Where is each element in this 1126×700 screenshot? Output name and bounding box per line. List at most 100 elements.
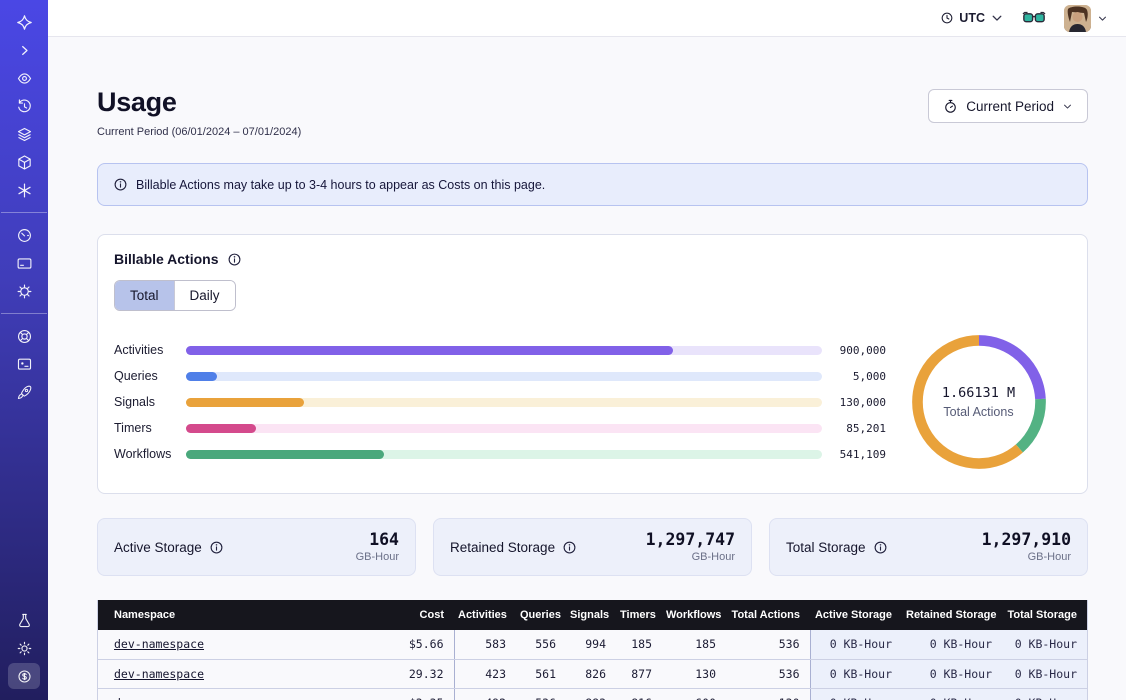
tab-total[interactable]: Total bbox=[115, 281, 174, 310]
active-storage-cell: 0 KB-Hour bbox=[810, 688, 902, 700]
stopwatch-icon bbox=[943, 99, 958, 114]
queries-cell: 536 bbox=[516, 688, 566, 700]
total-actions-cell: 536 bbox=[726, 659, 810, 688]
info-icon[interactable] bbox=[227, 252, 242, 267]
page-title: Usage bbox=[97, 87, 301, 118]
flask-icon[interactable] bbox=[8, 607, 40, 633]
retained-storage-card: Retained Storage 1,297,747 GB-Hour bbox=[433, 518, 752, 576]
total-storage-card: Total Storage 1,297,910 GB-Hour bbox=[769, 518, 1088, 576]
bar-label: Workflows bbox=[114, 447, 186, 461]
col-header-timers: Timers bbox=[616, 600, 662, 630]
total-actions-cell: 536 bbox=[726, 630, 810, 659]
billable-actions-card: Billable Actions Total Daily Activities … bbox=[97, 234, 1088, 494]
timezone-selector[interactable]: UTC bbox=[940, 11, 1004, 25]
history-icon[interactable] bbox=[8, 93, 40, 119]
workflows-cell: 185 bbox=[662, 630, 726, 659]
signals-cell: 883 bbox=[566, 688, 616, 700]
bar-fill bbox=[186, 398, 304, 407]
gear-icon[interactable] bbox=[8, 278, 40, 304]
info-icon[interactable] bbox=[562, 540, 577, 555]
lifebuoy-icon[interactable] bbox=[8, 323, 40, 349]
eye-icon[interactable] bbox=[8, 65, 40, 91]
workflows-cell: 130 bbox=[662, 659, 726, 688]
storage-card-unit: GB-Hour bbox=[646, 551, 735, 563]
signals-cell: 994 bbox=[566, 630, 616, 659]
info-icon[interactable] bbox=[873, 540, 888, 555]
namespace-link[interactable]: dev-namespace bbox=[114, 637, 204, 651]
retained-storage-cell: 0 KB-Hour bbox=[902, 688, 1002, 700]
tab-daily[interactable]: Daily bbox=[174, 281, 235, 310]
timers-cell: 816 bbox=[616, 688, 662, 700]
bar-label: Activities bbox=[114, 343, 186, 357]
col-header-total-actions: Total Actions bbox=[726, 600, 810, 630]
total-daily-toggle: Total Daily bbox=[114, 280, 236, 311]
chevron-down-icon bbox=[990, 11, 1004, 25]
namespace-link[interactable]: dev-namespace bbox=[114, 667, 204, 681]
collapse-chevron-right-icon[interactable] bbox=[8, 37, 40, 63]
chevron-down-icon bbox=[1097, 13, 1108, 24]
col-header-workflows: Workflows bbox=[662, 600, 726, 630]
retained-storage-cell: 0 KB-Hour bbox=[902, 630, 1002, 659]
col-header-signals: Signals bbox=[566, 600, 616, 630]
namespace-usage-table: Namespace Cost Activities Queries Signal… bbox=[97, 600, 1088, 700]
bar-track bbox=[186, 450, 822, 459]
retained-storage-cell: 0 KB-Hour bbox=[902, 659, 1002, 688]
timers-cell: 185 bbox=[616, 630, 662, 659]
storage-card-value: 1,297,747 bbox=[646, 531, 735, 549]
donut-total-value: 1.66131 M bbox=[942, 385, 1015, 401]
workflows-cell: 600 bbox=[662, 688, 726, 700]
signals-cell: 826 bbox=[566, 659, 616, 688]
storage-card-unit: GB-Hour bbox=[982, 551, 1071, 563]
bar-row-workflows: Workflows 541,109 bbox=[114, 441, 886, 467]
main-area: UTC Usage Current Period (06/01/2024 – 0… bbox=[48, 0, 1126, 700]
namespace-link[interactable]: dev-namespace bbox=[114, 696, 204, 700]
donut-total-label: Total Actions bbox=[942, 405, 1015, 419]
temporal-logo-icon[interactable] bbox=[8, 9, 40, 35]
bar-value: 541,109 bbox=[822, 448, 886, 461]
glasses-icon[interactable] bbox=[1022, 11, 1046, 25]
info-banner: Billable Actions may take up to 3-4 hour… bbox=[97, 163, 1088, 206]
page-header: Usage Current Period (06/01/2024 – 07/01… bbox=[97, 87, 1088, 138]
total-actions-cell: 130 bbox=[726, 688, 810, 700]
bar-fill bbox=[186, 372, 217, 381]
col-header-total-storage: Total Storage bbox=[1002, 600, 1087, 630]
active-storage-cell: 0 KB-Hour bbox=[810, 630, 902, 659]
bar-row-activities: Activities 900,000 bbox=[114, 337, 886, 363]
col-header-namespace: Namespace bbox=[98, 600, 364, 630]
sun-icon[interactable] bbox=[8, 635, 40, 661]
bar-value: 85,201 bbox=[822, 422, 886, 435]
layers-icon[interactable] bbox=[8, 121, 40, 147]
gauge-usage-icon[interactable] bbox=[8, 222, 40, 248]
chevron-down-icon bbox=[1062, 101, 1073, 112]
asterisk-icon[interactable] bbox=[8, 177, 40, 203]
period-button-label: Current Period bbox=[966, 99, 1054, 114]
queries-cell: 561 bbox=[516, 659, 566, 688]
table-row: dev-namespace $3.35 492 536 883 816 600 … bbox=[98, 688, 1087, 700]
period-selector-button[interactable]: Current Period bbox=[928, 89, 1088, 123]
total-actions-donut: 1.66131 M Total Actions bbox=[886, 331, 1071, 473]
timezone-label: UTC bbox=[959, 11, 985, 25]
storage-cards: Active Storage 164 GB-Hour Retained Stor… bbox=[97, 518, 1088, 576]
terminal-icon[interactable] bbox=[8, 351, 40, 377]
storage-card-label: Active Storage bbox=[114, 540, 202, 555]
info-icon[interactable] bbox=[209, 540, 224, 555]
bar-fill bbox=[186, 346, 673, 355]
storage-card-label: Retained Storage bbox=[450, 540, 555, 555]
table-row: dev-namespace $5.66 583 556 994 185 185 … bbox=[98, 630, 1087, 659]
rocket-icon[interactable] bbox=[8, 379, 40, 405]
coin-billing-icon[interactable] bbox=[8, 663, 40, 689]
cost-cell: 29.32 bbox=[364, 659, 454, 688]
credit-card-icon[interactable] bbox=[8, 250, 40, 276]
storage-card-unit: GB-Hour bbox=[356, 551, 399, 563]
bar-track bbox=[186, 372, 822, 381]
bar-value: 130,000 bbox=[822, 396, 886, 409]
col-header-retained-storage: Retained Storage bbox=[902, 600, 1002, 630]
billable-actions-chart: Activities 900,000 Queries 5,000 Signals bbox=[114, 331, 1071, 473]
cube-icon[interactable] bbox=[8, 149, 40, 175]
namespace-cell: dev-namespace bbox=[98, 630, 364, 659]
activities-cell: 492 bbox=[454, 688, 516, 700]
bar-label: Signals bbox=[114, 395, 186, 409]
bar-row-queries: Queries 5,000 bbox=[114, 363, 886, 389]
user-menu[interactable] bbox=[1064, 5, 1108, 32]
topbar: UTC bbox=[48, 0, 1126, 37]
